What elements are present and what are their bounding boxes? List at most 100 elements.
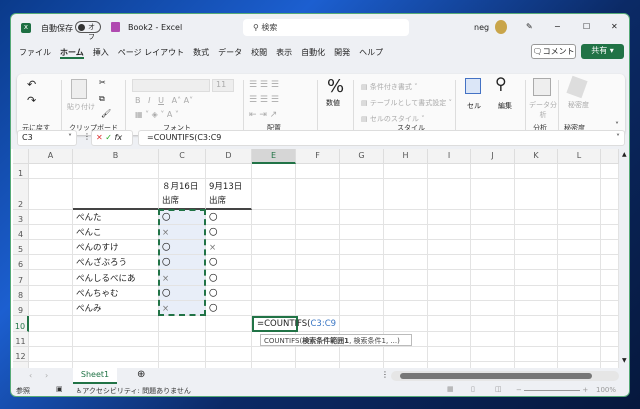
row-header[interactable]: 4 xyxy=(13,225,29,240)
cell[interactable] xyxy=(252,255,296,270)
row-header[interactable]: 10 xyxy=(13,316,29,332)
cell[interactable] xyxy=(252,301,296,316)
menu-tab[interactable]: 数式 xyxy=(193,48,209,57)
cell[interactable] xyxy=(252,240,296,255)
cell[interactable] xyxy=(252,210,296,225)
column-header[interactable]: K xyxy=(515,149,558,164)
percent-icon[interactable]: % xyxy=(327,76,344,97)
cell[interactable] xyxy=(29,347,73,362)
cell[interactable] xyxy=(384,301,428,316)
cell[interactable] xyxy=(471,164,515,179)
cell[interactable] xyxy=(296,286,340,301)
cell[interactable] xyxy=(340,286,384,301)
cell[interactable] xyxy=(73,332,159,347)
cell[interactable] xyxy=(296,347,340,362)
cell[interactable]: ぺんこ xyxy=(73,225,159,240)
menu-tab[interactable]: 挿入 xyxy=(93,48,109,57)
maximize-button[interactable]: ☐ xyxy=(583,22,590,31)
cell[interactable] xyxy=(601,255,619,270)
cell[interactable] xyxy=(601,240,619,255)
underline-button[interactable]: U xyxy=(158,96,164,105)
cell[interactable]: 〇 xyxy=(206,210,252,225)
font-size-select[interactable]: 11 xyxy=(212,79,234,92)
cell[interactable]: ８月16日 出席 xyxy=(159,179,206,210)
data-analysis-icon[interactable] xyxy=(533,78,551,96)
cell[interactable] xyxy=(384,286,428,301)
cell[interactable] xyxy=(159,347,206,362)
menu-tab[interactable]: ページ レイアウト xyxy=(118,48,184,57)
cell[interactable] xyxy=(384,270,428,286)
cell[interactable] xyxy=(471,179,515,210)
cell[interactable] xyxy=(515,179,558,210)
cell[interactable] xyxy=(29,210,73,225)
cell[interactable] xyxy=(73,316,159,332)
cell[interactable] xyxy=(252,286,296,301)
cell[interactable] xyxy=(515,286,558,301)
minimize-button[interactable]: − xyxy=(554,22,561,31)
macro-icon[interactable]: ▣ xyxy=(56,385,63,393)
menu-tab[interactable]: 校閲 xyxy=(251,48,267,57)
cell[interactable] xyxy=(471,332,515,347)
alignment-icons[interactable]: ☰ ☰ ☰ ☰ ☰ ☰ ⇤ ⇥ ↗ xyxy=(249,78,279,123)
cell[interactable] xyxy=(252,179,296,210)
formula-input[interactable]: =COUNTIFS(C3:C9 ˅ xyxy=(138,130,625,146)
row-header[interactable]: 2 xyxy=(13,179,29,210)
sensitivity-icon[interactable] xyxy=(566,75,588,99)
cell[interactable]: 〇 xyxy=(206,270,252,286)
enter-icon[interactable]: ✓ xyxy=(105,133,112,142)
cell[interactable] xyxy=(515,225,558,240)
cell[interactable] xyxy=(73,164,159,179)
cell[interactable] xyxy=(252,164,296,179)
cell[interactable] xyxy=(471,316,515,332)
add-sheet-icon[interactable]: ⊕ xyxy=(137,369,145,380)
cell[interactable] xyxy=(252,225,296,240)
paste-icon[interactable] xyxy=(71,79,87,99)
column-header[interactable]: E xyxy=(252,149,296,164)
cells-icon[interactable] xyxy=(465,78,481,94)
cell[interactable] xyxy=(471,225,515,240)
comment-button[interactable]: 🗨コメント xyxy=(531,44,576,59)
cell[interactable] xyxy=(515,164,558,179)
cell[interactable] xyxy=(384,210,428,225)
cell[interactable]: × xyxy=(206,240,252,255)
undo-icon[interactable]: ↶ xyxy=(27,78,36,91)
cell[interactable] xyxy=(601,270,619,286)
menu-tab[interactable]: ホーム xyxy=(60,48,84,59)
cell[interactable] xyxy=(428,286,471,301)
column-header[interactable]: J xyxy=(471,149,515,164)
cell[interactable] xyxy=(471,255,515,270)
cell[interactable]: 9月13日 出席 xyxy=(206,179,252,210)
cell[interactable] xyxy=(558,347,601,362)
cell[interactable] xyxy=(601,225,619,240)
worksheet-grid[interactable]: A B C D E F G H I J K L 1 2 ８月16日 出席 9月13日 出席 3 ぺんた〇〇 4 ぺんこ × 〇… xyxy=(11,149,619,369)
cell[interactable]: 〇 xyxy=(206,255,252,270)
splitter-icon[interactable]: ⋮ xyxy=(381,370,389,379)
copy-icon[interactable]: ⧉ xyxy=(99,94,105,104)
cell[interactable] xyxy=(340,301,384,316)
cell[interactable] xyxy=(601,301,619,316)
row-header[interactable]: 3 xyxy=(13,210,29,225)
cell[interactable] xyxy=(159,332,206,347)
page-layout-icon[interactable]: ▯ xyxy=(471,385,475,393)
cell[interactable] xyxy=(558,316,601,332)
cell[interactable] xyxy=(29,286,73,301)
active-cell-e10[interactable]: =COUNTIFS(C3:C9 xyxy=(252,316,336,332)
cell[interactable] xyxy=(73,179,159,210)
cell[interactable] xyxy=(558,301,601,316)
accessibility-status[interactable]: ♿アクセシビリティ: 問題ありません xyxy=(76,386,191,396)
cell[interactable] xyxy=(515,316,558,332)
name-box[interactable]: C3 ˅ xyxy=(17,130,77,146)
zoom-slider[interactable]: − + xyxy=(516,386,588,394)
autosave-toggle[interactable]: オフ xyxy=(75,21,101,41)
cell[interactable] xyxy=(296,164,340,179)
cell[interactable] xyxy=(340,240,384,255)
cell[interactable]: ぺんた xyxy=(73,210,159,225)
select-all-corner[interactable] xyxy=(13,149,29,164)
cell[interactable] xyxy=(296,270,340,286)
cell[interactable] xyxy=(558,255,601,270)
row-header[interactable]: 8 xyxy=(13,286,29,301)
grow-font-button[interactable]: A˄ xyxy=(172,96,181,105)
cell[interactable] xyxy=(296,225,340,240)
menu-tab[interactable]: データ xyxy=(218,48,242,57)
cell[interactable] xyxy=(515,270,558,286)
